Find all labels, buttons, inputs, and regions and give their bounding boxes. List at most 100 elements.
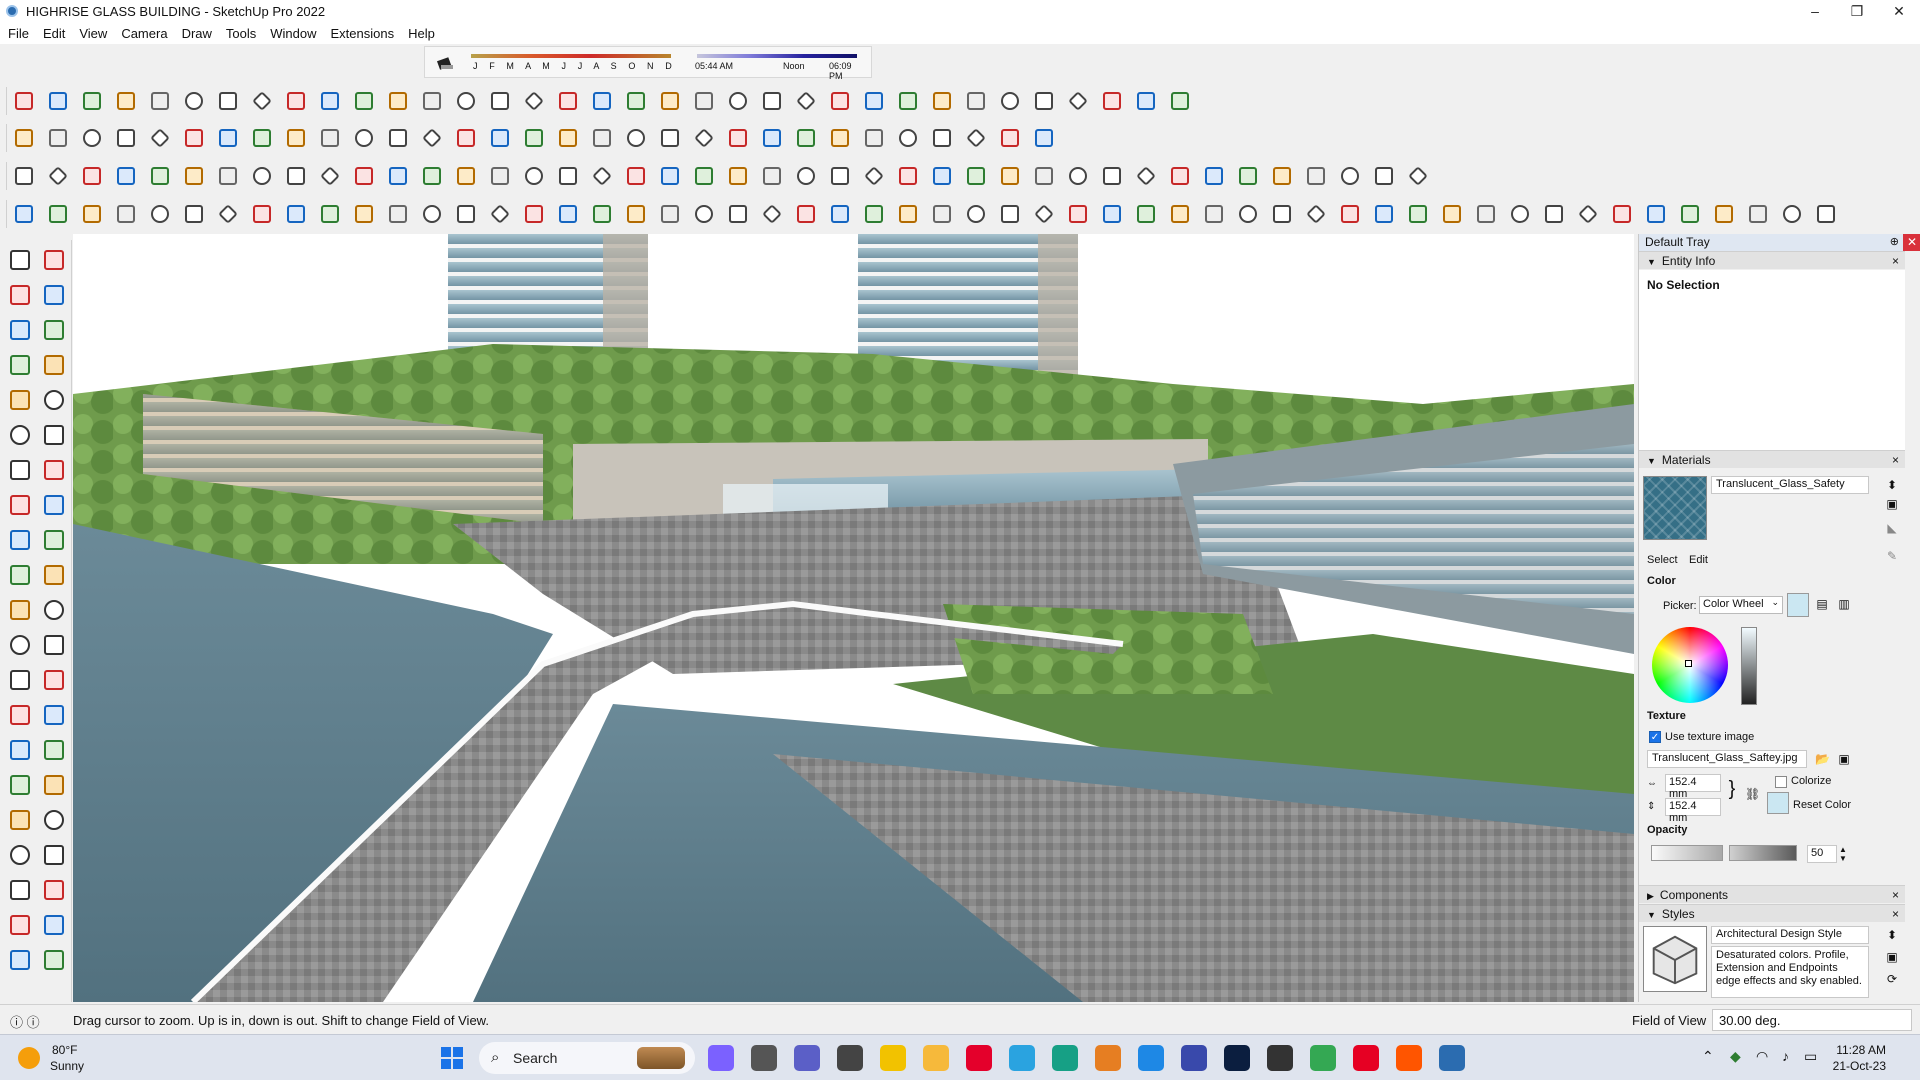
text-icon[interactable] [419, 125, 445, 151]
position-camera-icon[interactable] [40, 876, 68, 904]
pan-icon[interactable] [40, 736, 68, 764]
follow-me-icon[interactable] [249, 125, 275, 151]
gem-red-icon[interactable] [657, 201, 683, 227]
copilot-icon[interactable] [708, 1045, 734, 1071]
ring-2-icon[interactable] [1235, 201, 1261, 227]
cone-4-icon[interactable] [1167, 201, 1193, 227]
pencil-icon[interactable] [113, 125, 139, 151]
bezier-icon[interactable] [45, 88, 71, 114]
eraser-tool-icon[interactable] [147, 88, 173, 114]
stone-icon[interactable] [1405, 163, 1431, 189]
x-blue-icon[interactable] [1065, 201, 1091, 227]
undo-orange-icon[interactable] [725, 201, 751, 227]
show-hidden-icons-chevron[interactable]: ⌃ [1702, 1048, 1714, 1065]
color-wheel[interactable] [1652, 627, 1728, 703]
lattice-icon[interactable] [1609, 201, 1635, 227]
lattice-2-icon[interactable] [1643, 201, 1669, 227]
sample-paint-icon[interactable]: ◣ [1885, 521, 1899, 535]
cursor-box-icon[interactable] [487, 201, 513, 227]
menu-window[interactable]: Window [270, 26, 316, 41]
style-cube-icon[interactable]: ▣ [1885, 950, 1899, 964]
teams-icon[interactable] [794, 1045, 820, 1071]
taskbar-search[interactable]: ⌕ Search [479, 1042, 695, 1074]
group-icon[interactable] [283, 163, 309, 189]
opera-icon[interactable] [966, 1045, 992, 1071]
rafter-icon[interactable] [725, 88, 751, 114]
cone-2-icon[interactable] [1099, 201, 1125, 227]
menu-camera[interactable]: Camera [121, 26, 167, 41]
texture-file-field[interactable]: Translucent_Glass_Saftey.jpg [1647, 750, 1807, 768]
beam-icon[interactable] [895, 88, 921, 114]
bucket-icon[interactable] [1337, 201, 1363, 227]
telegram-icon[interactable] [1009, 1045, 1035, 1071]
look-around-icon[interactable] [40, 841, 68, 869]
month-slider[interactable]: J F M A M J J A S O N D [471, 51, 672, 73]
push-pull-icon[interactable] [40, 526, 68, 554]
material-name-field[interactable]: Translucent_Glass_Safety [1711, 476, 1869, 494]
match-screen-color-icon[interactable]: ▥ [1837, 597, 1851, 611]
view-back-icon[interactable] [1167, 163, 1193, 189]
gem-gray-icon[interactable] [691, 201, 717, 227]
geo-info-icons[interactable]: ⓘ ⓘ [10, 1012, 40, 1031]
box-2-icon[interactable] [79, 163, 105, 189]
spline-icon[interactable] [79, 88, 105, 114]
ring-icon[interactable] [1201, 201, 1227, 227]
text-icon[interactable] [40, 666, 68, 694]
square-red-icon[interactable] [759, 201, 785, 227]
clock-date[interactable]: 21-Oct-23 [1822, 1059, 1886, 1073]
style-thumbnail[interactable] [1643, 926, 1707, 992]
column-icon[interactable] [861, 88, 887, 114]
push-pull-icon[interactable] [215, 125, 241, 151]
gear-icon[interactable] [1541, 201, 1567, 227]
use-texture-checkbox[interactable]: ✓ [1649, 731, 1661, 743]
line-icon[interactable] [385, 88, 411, 114]
texture-width-field[interactable]: 152.4 mm [1665, 774, 1721, 800]
brick-icon[interactable] [1473, 201, 1499, 227]
view-left-icon[interactable] [1201, 163, 1227, 189]
chain-link-icon[interactable]: ⛓ [1745, 787, 1760, 801]
calculator-icon[interactable] [837, 1045, 863, 1071]
pencil-icon[interactable]: ✎ [1885, 549, 1899, 563]
cube-3d-3-icon[interactable] [385, 201, 411, 227]
protractor-icon[interactable] [6, 666, 34, 694]
materials-header[interactable]: ▼ Materials × [1639, 450, 1905, 468]
circle-icon[interactable] [385, 163, 411, 189]
sandbox-icon[interactable] [793, 125, 819, 151]
texture-height-field[interactable]: 152.4 mm [1665, 798, 1721, 824]
path-red-icon[interactable] [963, 201, 989, 227]
zoom-magnifier-icon[interactable] [11, 125, 37, 151]
rectangle-icon[interactable] [6, 386, 34, 414]
tag-icon[interactable] [317, 163, 343, 189]
tree-icon[interactable] [861, 163, 887, 189]
task-view-icon[interactable] [751, 1045, 777, 1071]
tools-icon[interactable] [1138, 1045, 1164, 1071]
slab-icon[interactable] [827, 88, 853, 114]
zoom-icon[interactable] [555, 125, 581, 151]
app-green-icon[interactable] [1052, 1045, 1078, 1071]
lamp-icon[interactable] [45, 201, 71, 227]
ring-3-icon[interactable] [1269, 201, 1295, 227]
orbit-icon[interactable] [487, 125, 513, 151]
gem-blue-icon[interactable] [521, 201, 547, 227]
cone-3-icon[interactable] [1133, 201, 1159, 227]
section-stack-icon[interactable] [6, 946, 34, 974]
weather-sun-icon[interactable] [18, 1047, 40, 1069]
grid-toggle-icon[interactable] [181, 163, 207, 189]
section-plane-icon[interactable] [623, 125, 649, 151]
arrow-red-2-icon[interactable] [895, 125, 921, 151]
stack-red-icon[interactable] [793, 201, 819, 227]
cube-3d-icon[interactable] [317, 201, 343, 227]
axes-icon[interactable] [6, 701, 34, 729]
x-red-icon[interactable] [1745, 201, 1771, 227]
tab-edit[interactable]: Edit [1689, 554, 1708, 566]
start-button[interactable] [441, 1047, 463, 1069]
cone-icon[interactable] [113, 201, 139, 227]
circle-icon[interactable] [6, 421, 34, 449]
menu-edit[interactable]: Edit [43, 26, 65, 41]
cube-icon[interactable] [249, 201, 275, 227]
eraser-icon[interactable] [40, 281, 68, 309]
footprints-icon[interactable] [6, 876, 34, 904]
select-pick-icon[interactable] [113, 88, 139, 114]
shadows-icon[interactable] [759, 125, 785, 151]
polygon-icon[interactable] [419, 163, 445, 189]
